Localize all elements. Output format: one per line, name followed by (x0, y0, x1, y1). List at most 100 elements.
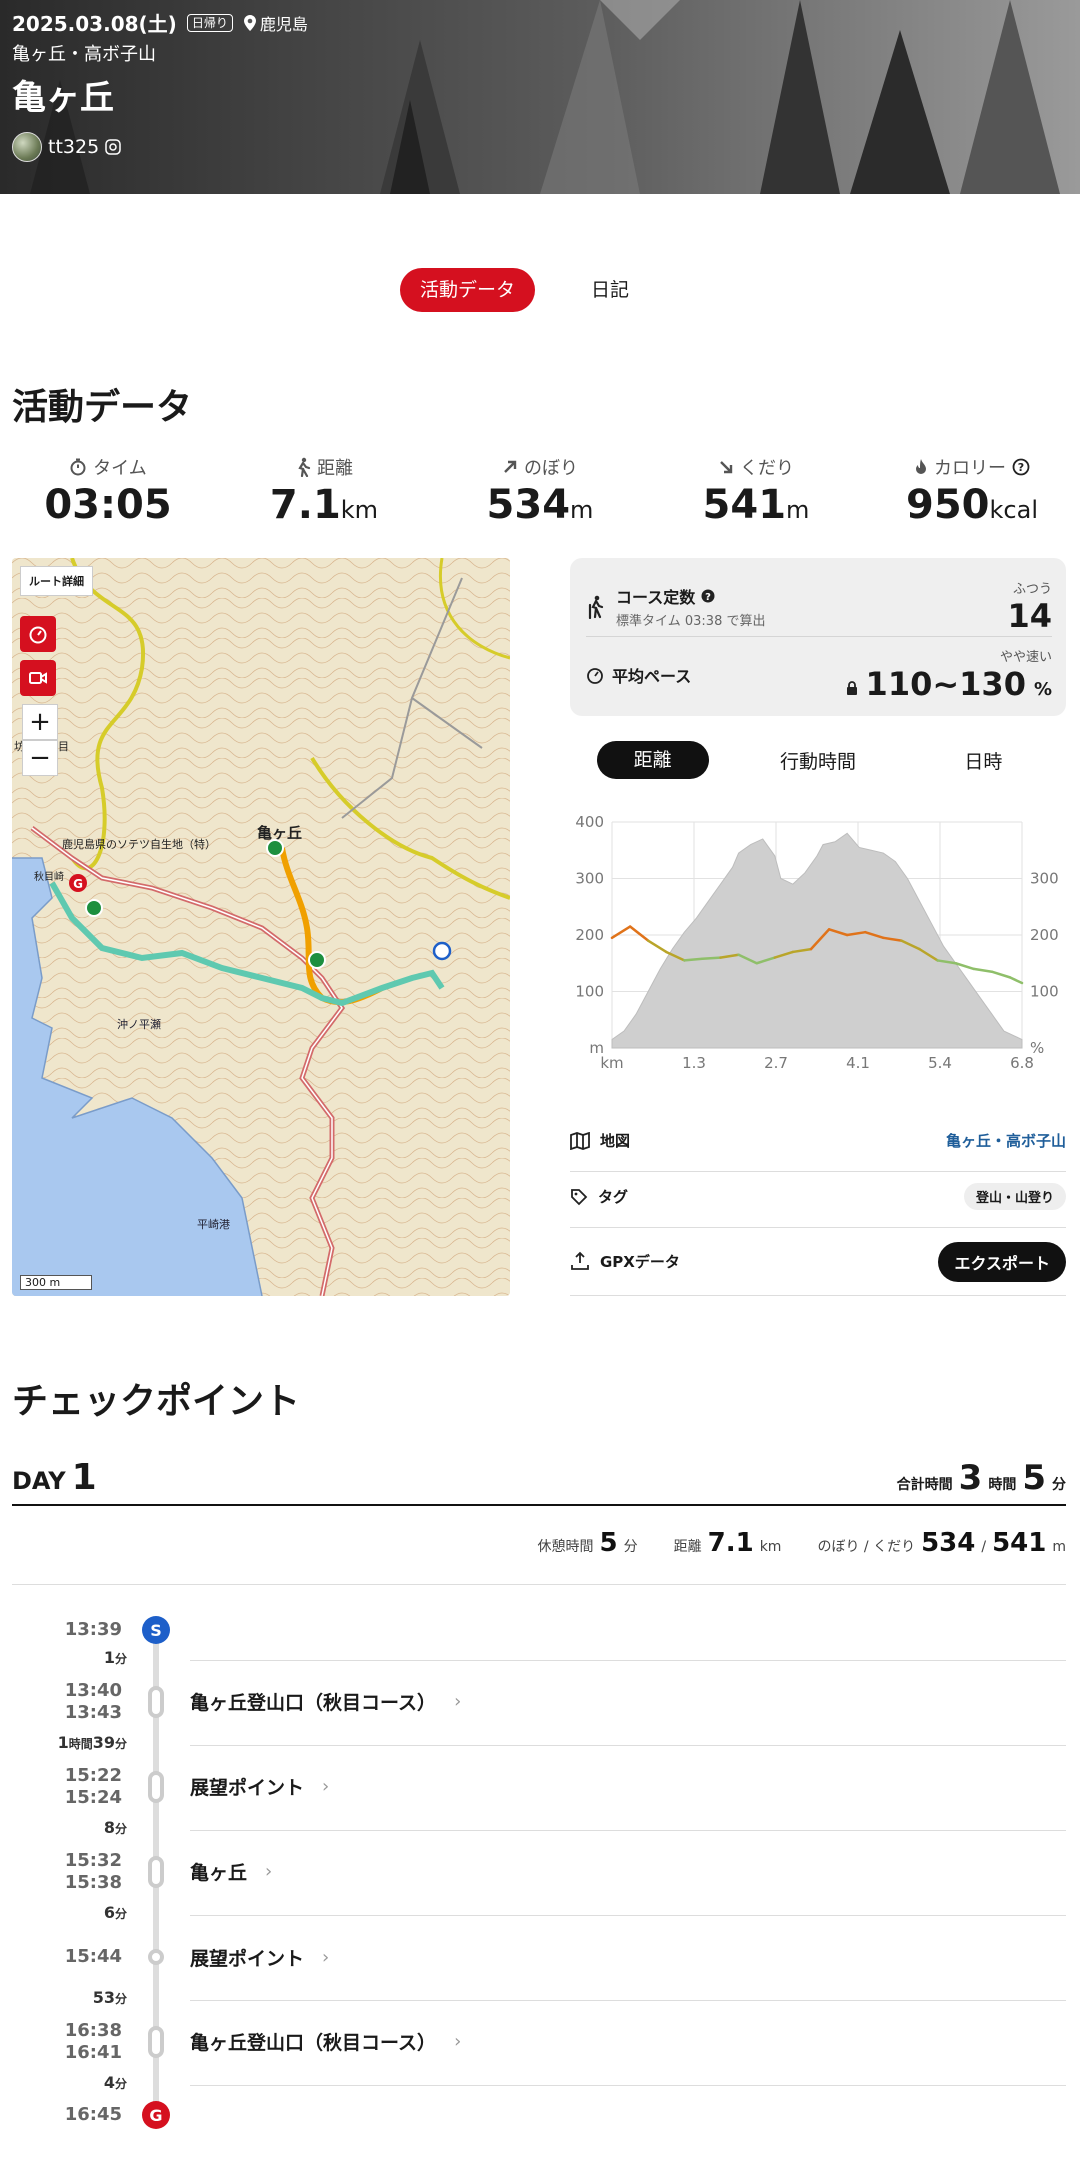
user-link[interactable]: tt325 (12, 132, 121, 162)
pace-rank: やや速い (999, 650, 1052, 665)
day-header: DAY 1 合計時間 3 時間 5 分 (12, 1452, 1066, 1506)
tag-info-row: タグ 登山・山登り (570, 1166, 1066, 1228)
start-marker-icon: S (142, 1616, 170, 1644)
elevation-chart[interactable]: m100200300400%100200300km 1.3 2.7 4.1 5.4 6.8 (566, 810, 1076, 1070)
help-icon[interactable]: ? (1012, 458, 1030, 476)
zoom-in-button[interactable]: + (22, 704, 58, 740)
stat-calories-unit: kcal (989, 496, 1038, 524)
hours-unit: 時間 (988, 1477, 1017, 1493)
stat-calories-value: 950 (906, 482, 990, 528)
tag-pill[interactable]: 登山・山登り (963, 1183, 1066, 1210)
checkpoint-link[interactable]: 亀ヶ丘登山口（秋目コース） › (190, 2028, 461, 2055)
tag-info-label: タグ (598, 1188, 629, 1206)
updown-label: のぼり / くだり (817, 1539, 916, 1555)
y-tick-left-label: 100 (575, 983, 604, 1001)
checkpoint-link[interactable]: 亀ヶ丘 › (190, 1858, 272, 1885)
distance-value: 7.1 (707, 1528, 754, 1558)
stat-time: タイム 03:05 (0, 454, 216, 528)
stopwatch-icon (70, 458, 86, 476)
chart-tab-datetime-label: 日時 (964, 750, 1003, 773)
username: tt325 (48, 136, 100, 158)
map-viewpoint-marker[interactable] (432, 941, 452, 961)
segment-duration: 4分 (103, 2073, 127, 2092)
activity-data-heading: 活動データ (12, 387, 193, 428)
arrow-down-right-icon (720, 461, 733, 474)
elevation-area (611, 832, 1023, 1049)
map-info-link[interactable]: 亀ヶ丘・高ボ子山 (946, 1130, 1066, 1151)
row-divider (190, 1830, 1066, 1831)
stat-calories: カロリー? 950kcal (864, 454, 1080, 528)
tab-diary[interactable]: 日記 (571, 268, 649, 312)
chart-tabs: 距離 行動時間 日時 (570, 740, 1066, 780)
activity-date: 2025.03.08(土) (12, 12, 177, 36)
segment-duration: 1分 (103, 1648, 127, 1667)
speedometer-icon (29, 626, 47, 644)
map-checkpoint-marker[interactable] (266, 839, 284, 857)
chevron-right-icon: › (265, 1861, 273, 1882)
route-detail-button[interactable]: ルート詳細 (20, 566, 93, 596)
map-checkpoint-marker[interactable] (308, 951, 326, 969)
pace-line-segment (610, 925, 632, 940)
total-time-minutes: 5 (1022, 1458, 1046, 1498)
chevron-right-icon: › (454, 2031, 462, 2052)
avatar (12, 132, 42, 162)
checkpoint-time: 16:45 (64, 2104, 122, 2125)
tab-activity-data[interactable]: 活動データ (400, 268, 536, 312)
pace-line-segment (628, 925, 650, 942)
map-label-hirasaki: 平崎港 (197, 1217, 230, 1231)
map-checkpoint-marker[interactable] (85, 899, 103, 917)
distance-unit: km (759, 1539, 782, 1555)
route-map[interactable]: 亀ヶ丘 鹿児島県のソテツ自生地（特） 沖ノ平瀬 平崎港 坊津町秋目 秋目崎 G … (12, 558, 510, 1296)
stat-calories-label: カロリー (934, 458, 1006, 479)
minutes-unit: 分 (1052, 1477, 1066, 1493)
chart-tab-datetime[interactable]: 日時 (901, 747, 1066, 774)
pace-layer-button[interactable] (20, 616, 56, 652)
stat-ascent: のぼり 534m (432, 454, 648, 528)
stat-ascent-label: のぼり (524, 458, 578, 479)
checkpoint-node-icon (148, 1771, 164, 1803)
map-canvas[interactable]: 亀ヶ丘 鹿児島県のソテツ自生地（特） 沖ノ平瀬 平崎港 坊津町秋目 秋目崎 G (12, 558, 510, 1296)
average-pace-row: 平均ペース やや速い 110~130% (586, 646, 1052, 703)
chart-tab-distance[interactable]: 距離 (570, 741, 735, 779)
help-icon[interactable]: ? (701, 589, 715, 603)
prefecture-label[interactable]: 鹿児島 (243, 11, 308, 35)
segment-duration: 6分 (103, 1903, 127, 1922)
x-tick-label: km (600, 1054, 623, 1070)
zoom-out-button[interactable]: − (22, 740, 58, 776)
location-pin-icon (243, 14, 256, 31)
mountain-names[interactable]: 亀ヶ丘・高ボ子山 (12, 40, 156, 66)
checkpoint-node-icon (148, 2026, 164, 2058)
gpx-upload-icon (571, 1251, 589, 1270)
checkpoint-times: 15:22 15:24 (64, 1765, 122, 1808)
updown-slash: / (981, 1539, 987, 1555)
page-tabs: 活動データ 日記 (400, 268, 649, 312)
activity-title: 亀ヶ丘 (12, 78, 114, 118)
checkpoint-link[interactable]: 展望ポイント › (190, 1773, 329, 1800)
map-info-row: 地図 亀ヶ丘・高ボ子山 (570, 1110, 1066, 1172)
summary-divider (12, 1584, 1066, 1585)
y-tick-right-label: 300 (1030, 870, 1059, 888)
pace-line-segment (1008, 976, 1024, 985)
checkpoint-link[interactable]: 亀ヶ丘登山口（秋目コース） › (190, 1688, 461, 1715)
course-constant-value: 14 (1007, 597, 1052, 635)
checkpoint-link[interactable]: 展望ポイント › (190, 1944, 329, 1971)
segment-duration: 8分 (103, 1818, 127, 1837)
export-button[interactable]: エクスポート (938, 1241, 1066, 1282)
stat-distance-value: 7.1 (269, 482, 341, 528)
activity-header: 2025.03.08(土) 日帰り 鹿児島 亀ヶ丘・高ボ子山 亀ヶ丘 tt325 (0, 0, 1080, 194)
map-goal-marker[interactable]: G (69, 874, 87, 892)
x-tick-label: 4.1 (846, 1054, 870, 1070)
row-divider (190, 1915, 1066, 1916)
course-rank: ふつう (1012, 582, 1052, 597)
y-tick-left-label: 400 (575, 813, 604, 831)
photo-layer-button[interactable] (20, 660, 56, 696)
gpx-info-label: GPXデータ (600, 1253, 680, 1271)
stat-time-label: タイム (93, 458, 147, 479)
x-tick-label: 2.7 (764, 1054, 788, 1070)
down-value: 541 (992, 1528, 1047, 1558)
pace-line-segment (701, 956, 722, 960)
y-tick-left-label: 200 (575, 926, 604, 944)
checkpoint-node-icon (148, 1856, 164, 1888)
rest-value: 5 (599, 1528, 618, 1558)
chart-tab-moving-time[interactable]: 行動時間 (735, 747, 900, 774)
